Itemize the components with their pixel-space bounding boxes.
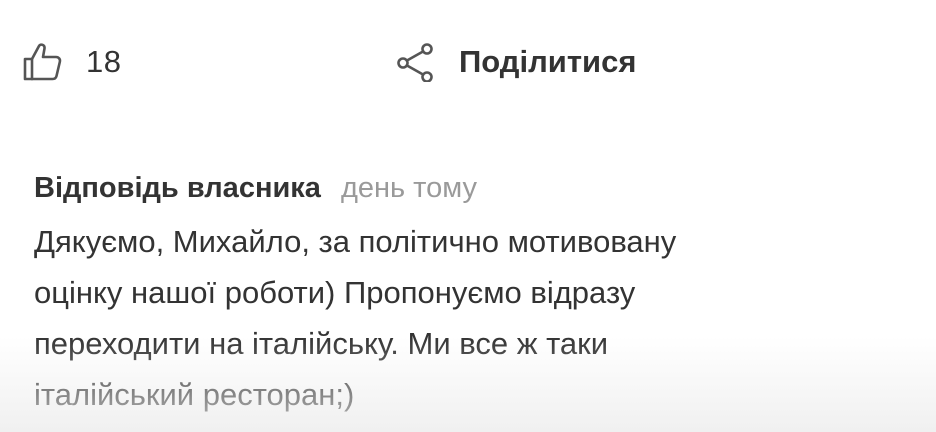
share-label: Поділитися: [459, 44, 637, 79]
owner-reply-text: Дякуємо, Михайло, за політично мотивован…: [34, 224, 677, 412]
review-actions: 18 Поділитися: [0, 0, 936, 130]
owner-reply-header: Відповідь власника день тому: [34, 172, 894, 216]
share-button[interactable]: Поділитися: [394, 40, 636, 84]
like-count: 18: [86, 44, 122, 79]
owner-reply-title: Відповідь власника: [34, 172, 321, 204]
thumbs-up-icon: [20, 40, 64, 84]
share-icon: [394, 40, 438, 84]
like-button[interactable]: 18: [20, 40, 121, 84]
owner-reply: Відповідь власника день тому Дякуємо, Ми…: [34, 172, 894, 420]
owner-reply-time: день тому: [340, 172, 478, 204]
